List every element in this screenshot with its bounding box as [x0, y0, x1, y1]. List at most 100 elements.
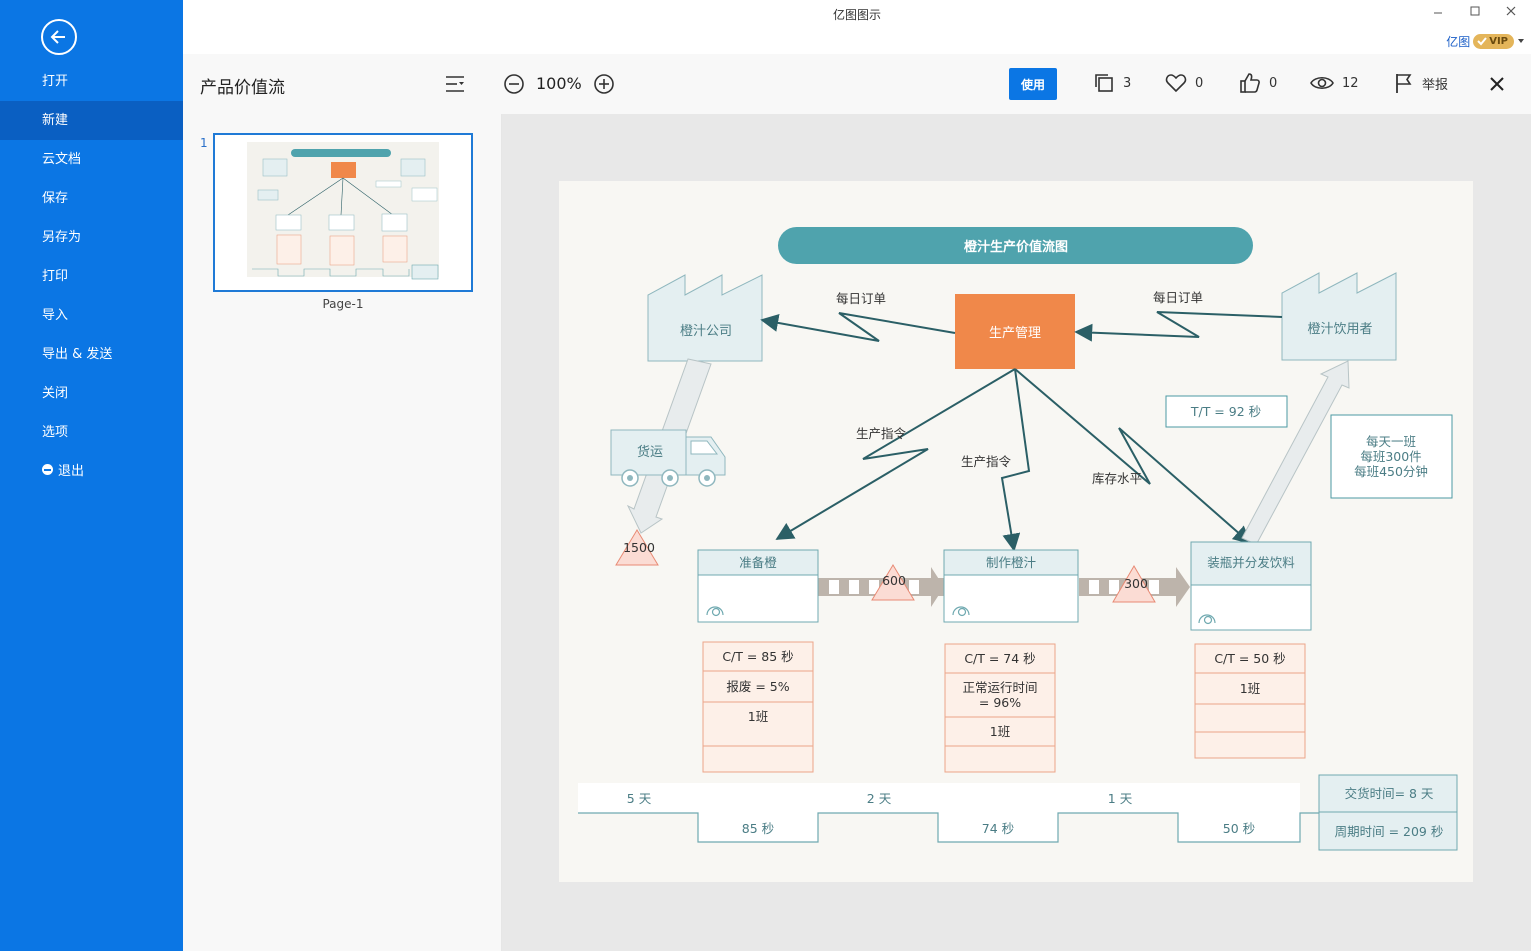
- app-title: 亿图图示: [832, 8, 881, 22]
- canvas-area: 橙汁生产价值流图 橙汁公司 橙汁饮用者 生产管理 每日订单 每日订单 生产指令 …: [502, 114, 1531, 951]
- page-number: 1: [200, 136, 208, 150]
- sidebar-item-print[interactable]: 打印: [0, 257, 183, 296]
- value-stream-map: 橙汁生产价值流图 橙汁公司 橙汁饮用者 生产管理 每日订单 每日订单 生产指令 …: [559, 181, 1473, 882]
- sidebar-item-save[interactable]: 保存: [0, 179, 183, 218]
- toolbar: 产品价值流 100% 使用 3 0 0 12 举报: [183, 54, 1531, 114]
- data-box-3[interactable]: C/T = 50 秒 1班: [1194, 643, 1306, 759]
- sidebar: 打开 新建 云文档 保存 另存为 打印 导入 导出 & 发送 关闭 选项 退出: [0, 0, 183, 951]
- inventory-300: 300: [1124, 576, 1148, 591]
- back-button[interactable]: [41, 19, 77, 55]
- sidebar-item-new[interactable]: 新建: [0, 101, 183, 140]
- flag-icon: [1396, 74, 1412, 93]
- sidebar-item-open[interactable]: 打开: [0, 62, 183, 101]
- view-count: 12: [1342, 75, 1359, 91]
- favorite-count: 0: [1195, 75, 1204, 91]
- minimize-button[interactable]: [1428, 5, 1448, 23]
- takt-time-label: T/T = 92 秒: [1190, 404, 1261, 419]
- sidebar-item-close[interactable]: 关闭: [0, 374, 183, 413]
- duplicate-count: 3: [1123, 75, 1132, 91]
- panel-toggle-button[interactable]: [444, 74, 466, 98]
- supplier-label: 橙汁公司: [680, 324, 732, 339]
- process-box-1[interactable]: 准备橙: [697, 549, 819, 623]
- zoom-out-button[interactable]: [503, 73, 525, 99]
- account-menu[interactable]: 亿图 VIP: [1446, 33, 1525, 49]
- caret-down-icon: [1518, 39, 1524, 43]
- demand-line-3: 每班450分钟: [1354, 464, 1428, 479]
- page-thumbnail-preview: [247, 142, 439, 280]
- data-3-ct: C/T = 50 秒: [1214, 651, 1285, 666]
- inventory-600: 600: [882, 573, 906, 588]
- inventory-1500: 1500: [623, 540, 655, 555]
- production-control-box[interactable]: 生产管理: [955, 294, 1075, 369]
- document-title: 产品价值流: [200, 78, 285, 98]
- sidebar-item-cloud-docs[interactable]: 云文档: [0, 140, 183, 179]
- daily-order-left-arrow: [760, 312, 956, 342]
- inventory-level-label: 库存水平: [1092, 471, 1142, 486]
- demand-line-2: 每班300件: [1360, 449, 1421, 464]
- customer-demand-box[interactable]: 每天一班 每班300件 每班450分钟: [1330, 414, 1453, 499]
- timeline-days-3: 1 天: [1108, 791, 1133, 806]
- supplier-factory[interactable]: 橙汁公司: [647, 274, 763, 362]
- process-box-2[interactable]: 制作橙汁: [943, 549, 1079, 623]
- report-button[interactable]: 举报: [1394, 72, 1448, 94]
- data-box-2[interactable]: C/T = 74 秒 正常运行时间 = 96% 1班: [944, 643, 1056, 773]
- process-2-label: 制作橙汁: [986, 555, 1037, 570]
- data-2-uptime-line-1: 正常运行时间: [962, 680, 1037, 695]
- close-icon: [1506, 6, 1516, 16]
- thumbs-up-icon: [1240, 73, 1260, 93]
- timeline: 5 天 2 天 1 天 85 秒 74 秒 50 秒: [578, 783, 1319, 843]
- like-button[interactable]: 0: [1239, 72, 1277, 94]
- customer-factory[interactable]: 橙汁饮用者: [1281, 272, 1397, 361]
- truck-icon[interactable]: 货运: [610, 429, 726, 487]
- data-box-1[interactable]: C/T = 85 秒 报废 = 5% 1班: [702, 641, 814, 773]
- lead-time-summary[interactable]: 交货时间= 8 天 周期时间 = 209 秒: [1318, 774, 1458, 851]
- sidebar-item-save-as[interactable]: 另存为: [0, 218, 183, 257]
- close-window-button[interactable]: [1501, 5, 1521, 23]
- zoom-out-icon: [504, 74, 524, 94]
- brand-name: 亿图: [1446, 34, 1471, 49]
- timeline-seconds-2: 74 秒: [982, 821, 1014, 836]
- minimize-icon: [1434, 12, 1442, 14]
- zoom-in-button[interactable]: [593, 73, 615, 99]
- timeline-seconds-3: 50 秒: [1223, 821, 1255, 836]
- sidebar-item-exit[interactable]: 退出: [0, 452, 183, 491]
- duplicate-count-button[interactable]: 3: [1093, 72, 1131, 94]
- title-bar: 亿图图示 亿图 VIP: [183, 0, 1531, 54]
- timeline-seconds-1: 85 秒: [742, 821, 774, 836]
- daily-order-left-label: 每日订单: [836, 291, 886, 306]
- sidebar-item-options[interactable]: 选项: [0, 413, 183, 452]
- process-box-3[interactable]: 装瓶并分发饮料: [1190, 541, 1312, 631]
- lead-time: 交货时间= 8 天: [1345, 786, 1434, 801]
- zoom-level: 100%: [536, 74, 582, 93]
- use-template-button[interactable]: 使用: [1009, 68, 1057, 100]
- daily-order-right-label: 每日订单: [1153, 290, 1203, 305]
- sidebar-item-import[interactable]: 导入: [0, 296, 183, 335]
- data-1-scrap: 报废 = 5%: [726, 679, 789, 694]
- command-label-2: 生产指令: [961, 454, 1012, 469]
- demand-line-1: 每天一班: [1366, 434, 1416, 449]
- sidebar-item-export-send[interactable]: 导出 & 发送: [0, 335, 183, 374]
- close-icon: [1490, 77, 1504, 91]
- views-indicator: 12: [1310, 72, 1359, 94]
- maximize-button[interactable]: [1465, 5, 1485, 23]
- sidebar-menu: 打开 新建 云文档 保存 另存为 打印 导入 导出 & 发送 关闭 选项 退出: [0, 62, 183, 491]
- data-2-uptime-line-2: = 96%: [979, 695, 1021, 710]
- diagram-canvas: 橙汁生产价值流图 橙汁公司 橙汁饮用者 生产管理 每日订单 每日订单 生产指令 …: [578, 227, 1458, 851]
- takt-time-box[interactable]: T/T = 92 秒: [1165, 395, 1288, 428]
- diagram-title: 橙汁生产价值流图: [964, 239, 1068, 255]
- timeline-days-1: 5 天: [627, 791, 652, 806]
- like-count: 0: [1269, 75, 1278, 91]
- vip-badge: VIP: [1473, 33, 1514, 49]
- favorite-button[interactable]: 0: [1165, 72, 1203, 94]
- truck-label: 货运: [637, 444, 663, 460]
- close-preview-button[interactable]: [1487, 74, 1507, 98]
- page-thumbnail[interactable]: [213, 133, 473, 292]
- command-label-1: 生产指令: [856, 426, 907, 441]
- daily-order-right-arrow: [1074, 311, 1283, 342]
- inventory-level-arrow: [1014, 368, 1252, 545]
- inventory-triangle-1500[interactable]: 1500: [615, 529, 659, 566]
- heart-icon: [1165, 74, 1187, 93]
- data-1-ct: C/T = 85 秒: [722, 649, 793, 664]
- list-collapse-icon: [446, 76, 464, 92]
- maximize-icon: [1470, 6, 1480, 16]
